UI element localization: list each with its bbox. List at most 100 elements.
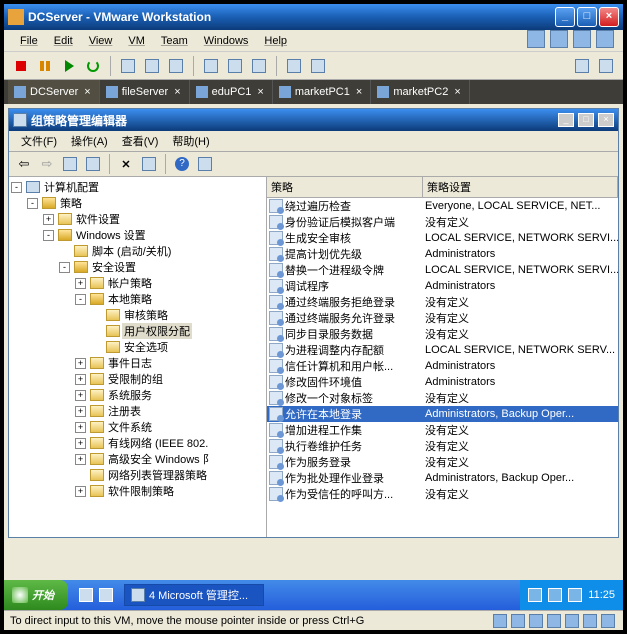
tree-scripts[interactable]: 脚本 (启动/关机) <box>90 243 173 259</box>
policy-row[interactable]: 修改一个对象标签没有定义 <box>267 390 618 406</box>
show-button[interactable] <box>200 55 222 77</box>
tree-filesystem[interactable]: 文件系统 <box>106 419 154 435</box>
tree-local-policies[interactable]: 本地策略 <box>106 291 154 307</box>
show-hide-button[interactable] <box>82 153 104 175</box>
tab-close-icon[interactable]: × <box>452 86 462 98</box>
tray-icon[interactable] <box>528 588 542 602</box>
menu-help[interactable]: Help <box>256 33 295 49</box>
tab-close-icon[interactable]: × <box>172 86 182 98</box>
menu-team[interactable]: Team <box>153 33 196 49</box>
poweron-button[interactable] <box>58 55 80 77</box>
policy-row[interactable]: 作为受信任的呼叫方...没有定义 <box>267 486 618 502</box>
tab-close-icon[interactable]: × <box>82 86 92 98</box>
close-button[interactable]: × <box>599 7 619 27</box>
properties-button[interactable] <box>138 153 160 175</box>
policy-row[interactable]: 通过终端服务允许登录没有定义 <box>267 310 618 326</box>
menubar-icon[interactable] <box>527 30 545 48</box>
menu-vm[interactable]: VM <box>120 33 153 49</box>
menu-view[interactable]: View <box>81 33 121 49</box>
tree-wired[interactable]: 有线网络 (IEEE 802. <box>106 435 210 451</box>
tray-icon[interactable] <box>548 588 562 602</box>
taskbar-task[interactable]: 4 Microsoft 管理控... <box>124 584 264 606</box>
tree-eventlog[interactable]: 事件日志 <box>106 355 154 371</box>
tree-softrest[interactable]: 软件限制策略 <box>106 483 176 499</box>
help-button[interactable]: ? <box>171 153 193 175</box>
start-button[interactable]: 开始 <box>4 580 68 610</box>
thumbnail-button[interactable] <box>224 55 246 77</box>
status-icon[interactable] <box>583 614 597 628</box>
gpo-menu-view[interactable]: 查看(V) <box>116 131 165 151</box>
gpo-menu-action[interactable]: 操作(A) <box>65 131 114 151</box>
status-icon[interactable] <box>511 614 525 628</box>
tree-security[interactable]: 安全设置 <box>90 259 138 275</box>
menubar-icon[interactable] <box>550 30 568 48</box>
menubar-icon[interactable] <box>573 30 591 48</box>
status-icon[interactable] <box>601 614 615 628</box>
quicklaunch-icon[interactable] <box>79 588 93 602</box>
col-setting[interactable]: 策略设置 <box>423 177 618 197</box>
policy-row[interactable]: 信任计算机和用户帐...Administrators <box>267 358 618 374</box>
minimize-button[interactable]: _ <box>555 7 575 27</box>
policy-row[interactable]: 允许在本地登录Administrators, Backup Oper... <box>267 406 618 422</box>
vm-tab[interactable]: marketPC2× <box>371 80 469 104</box>
policy-row[interactable]: 为进程调整内存配额LOCAL SERVICE, NETWORK SERV... <box>267 342 618 358</box>
policy-row[interactable]: 绕过遍历检查Everyone, LOCAL SERVICE, NET... <box>267 198 618 214</box>
menu-edit[interactable]: Edit <box>46 33 81 49</box>
tab-close-icon[interactable]: × <box>354 86 364 98</box>
tree-user-rights[interactable]: 用户权限分配 <box>122 323 192 339</box>
back-button[interactable]: ⇦ <box>13 153 35 175</box>
tree-root[interactable]: 计算机配置 <box>42 179 101 195</box>
gpo-menu-file[interactable]: 文件(F) <box>15 131 63 151</box>
tree-services[interactable]: 系统服务 <box>106 387 154 403</box>
tree-policy[interactable]: 策略 <box>58 195 84 211</box>
summary-button[interactable] <box>248 55 270 77</box>
tree-software[interactable]: 软件设置 <box>74 211 122 227</box>
tree-security-options[interactable]: 安全选项 <box>122 339 170 355</box>
list-button[interactable] <box>194 153 216 175</box>
toolbar-right-button[interactable] <box>571 55 593 77</box>
status-icon[interactable] <box>547 614 561 628</box>
policy-row[interactable]: 调试程序Administrators <box>267 278 618 294</box>
toolbar-right-button[interactable] <box>595 55 617 77</box>
tab-close-icon[interactable]: × <box>255 86 265 98</box>
menu-windows[interactable]: Windows <box>196 33 257 49</box>
tree-restricted-groups[interactable]: 受限制的组 <box>106 371 165 387</box>
list-pane[interactable]: 策略 策略设置 绕过遍历检查Everyone, LOCAL SERVICE, N… <box>267 177 618 537</box>
policy-row[interactable]: 增加进程工作集没有定义 <box>267 422 618 438</box>
tree-network-list[interactable]: 网络列表管理器策略 <box>106 467 209 483</box>
manage-button[interactable] <box>165 55 187 77</box>
tree-advanced-security[interactable]: 高级安全 Windows 阝 <box>106 451 216 467</box>
policy-row[interactable]: 修改固件环境值Administrators <box>267 374 618 390</box>
tree-registry[interactable]: 注册表 <box>106 403 143 419</box>
snapshot-button[interactable] <box>117 55 139 77</box>
fullscreen-button[interactable] <box>283 55 305 77</box>
policy-row[interactable]: 同步目录服务数据没有定义 <box>267 326 618 342</box>
tree-windows-settings[interactable]: Windows 设置 <box>74 227 148 243</box>
poweroff-button[interactable] <box>10 55 32 77</box>
vm-tab[interactable]: eduPC1× <box>190 80 273 104</box>
unity-button[interactable] <box>307 55 329 77</box>
gpo-minimize-button[interactable]: _ <box>558 113 574 127</box>
policy-row[interactable]: 替换一个进程级令牌LOCAL SERVICE, NETWORK SERVI... <box>267 262 618 278</box>
quicklaunch-icon[interactable] <box>99 588 113 602</box>
up-button[interactable] <box>59 153 81 175</box>
policy-row[interactable]: 提高计划优先级Administrators <box>267 246 618 262</box>
status-icon[interactable] <box>493 614 507 628</box>
vm-tab[interactable]: marketPC1× <box>273 80 371 104</box>
status-icon[interactable] <box>529 614 543 628</box>
revert-button[interactable] <box>141 55 163 77</box>
col-policy[interactable]: 策略 <box>267 177 423 197</box>
suspend-button[interactable] <box>34 55 56 77</box>
forward-button[interactable]: ⇨ <box>36 153 58 175</box>
status-icon[interactable] <box>565 614 579 628</box>
tree-audit[interactable]: 审核策略 <box>122 307 170 323</box>
vm-tab[interactable]: fileServer× <box>100 80 190 104</box>
gpo-restore-button[interactable]: □ <box>578 113 594 127</box>
menubar-icon[interactable] <box>596 30 614 48</box>
policy-row[interactable]: 作为服务登录没有定义 <box>267 454 618 470</box>
tray-icon[interactable] <box>568 588 582 602</box>
delete-button[interactable]: ✕ <box>115 153 137 175</box>
tree-pane[interactable]: -计算机配置 -策略 +软件设置 -Windows 设置 脚本 (启动/关机) … <box>9 177 267 537</box>
policy-row[interactable]: 生成安全审核LOCAL SERVICE, NETWORK SERVI... <box>267 230 618 246</box>
policy-row[interactable]: 作为批处理作业登录Administrators, Backup Oper... <box>267 470 618 486</box>
